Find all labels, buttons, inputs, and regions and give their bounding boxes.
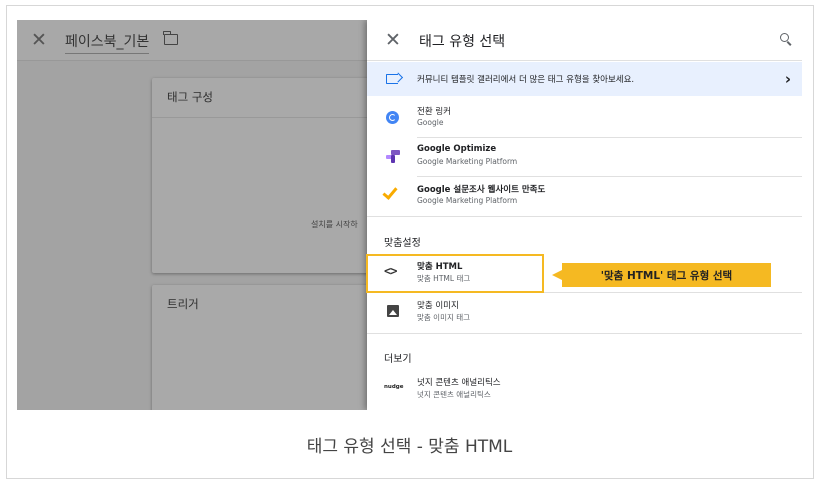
chevron-right-icon: › [784,70,791,88]
tag-type-name: 맞춤 이미지 [417,301,459,311]
editor-header: ✕ 페이스북_기본 [17,20,367,61]
callout-text: '맞춤 HTML' 태그 유형 선택 [600,270,733,282]
trigger-card[interactable]: 트리거 [152,285,382,410]
search-icon[interactable] [780,33,792,46]
tag-type-survey-satisfaction[interactable]: Google 설문조사 웹사이트 만족도 Google Marketing Pl… [367,177,802,216]
tag-icon [386,74,398,84]
tag-type-conversion-linker[interactable]: 전환 링커 Google [367,99,802,138]
section-divider [367,216,802,217]
tag-configuration-card[interactable]: 태그 구성 설치를 시작하 [152,78,382,273]
tag-type-custom-image[interactable]: 맞춤 이미지 맞춤 이미지 태그 [367,293,802,332]
tag-type-name: Google 설문조사 웹사이트 만족도 [417,185,546,195]
callout-label: '맞춤 HTML' 태그 유형 선택 [552,263,771,287]
tag-type-panel: ✕ 태그 유형 선택 커뮤니티 템플릿 갤러리에서 더 많은 태그 유형을 찾아… [367,20,802,410]
custom-section-title: 맞춤설정 [384,238,421,249]
tag-configuration-title: 태그 구성 [152,78,382,118]
section-divider [367,333,802,334]
tag-editor-background: ✕ 페이스북_기본 태그 구성 설치를 시작하 트리거 [17,20,382,410]
tag-type-vendor: Google Marketing Platform [417,196,518,205]
panel-title: 태그 유형 선택 [419,34,506,50]
optimize-icon [385,149,401,165]
tag-type-vendor: Google Marketing Platform [417,157,518,166]
tag-type-desc: 맞춤 이미지 태그 [417,313,471,322]
trigger-title: 트리거 [167,297,199,311]
nudge-logo-icon: nudge [384,384,404,390]
folder-icon[interactable] [163,31,178,45]
tag-type-nudge-analytics[interactable]: nudge 넛지 콘텐츠 애널리틱스 넛지 콘텐츠 애널리틱스 [367,370,802,409]
custom-html-highlight-box [366,254,544,293]
close-icon[interactable]: ✕ [31,30,47,50]
tag-type-name: 넛지 콘텐츠 애널리틱스 [417,378,501,388]
more-section-title: 더보기 [384,354,412,365]
figure-caption: 태그 유형 선택 - 맞춤 HTML [306,437,513,457]
conversion-linker-icon [386,111,399,124]
tag-type-vendor: Google [417,118,444,127]
tag-type-google-optimize[interactable]: Google Optimize Google Marketing Platfor… [367,138,802,177]
tag-configuration-hint: 설치를 시작하 [311,220,358,229]
tag-type-name: Google Optimize [417,144,497,154]
image-icon [387,305,399,317]
tag-type-desc: 넛지 콘텐츠 애널리틱스 [417,390,491,399]
screenshot: ✕ 페이스북_기본 태그 구성 설치를 시작하 트리거 ✕ 태그 유형 선택 커… [17,20,802,410]
panel-header: ✕ 태그 유형 선택 [367,20,802,61]
checkmark-icon [382,184,398,200]
community-gallery-banner[interactable]: 커뮤니티 템플릿 갤러리에서 더 많은 태그 유형을 찾아보세요. › [367,62,802,96]
tag-type-name: 전환 링커 [417,107,451,117]
tag-name-field[interactable]: 페이스북_기본 [65,31,150,54]
close-icon[interactable]: ✕ [385,30,401,50]
banner-text: 커뮤니티 템플릿 갤러리에서 더 많은 태그 유형을 찾아보세요. [417,75,635,85]
